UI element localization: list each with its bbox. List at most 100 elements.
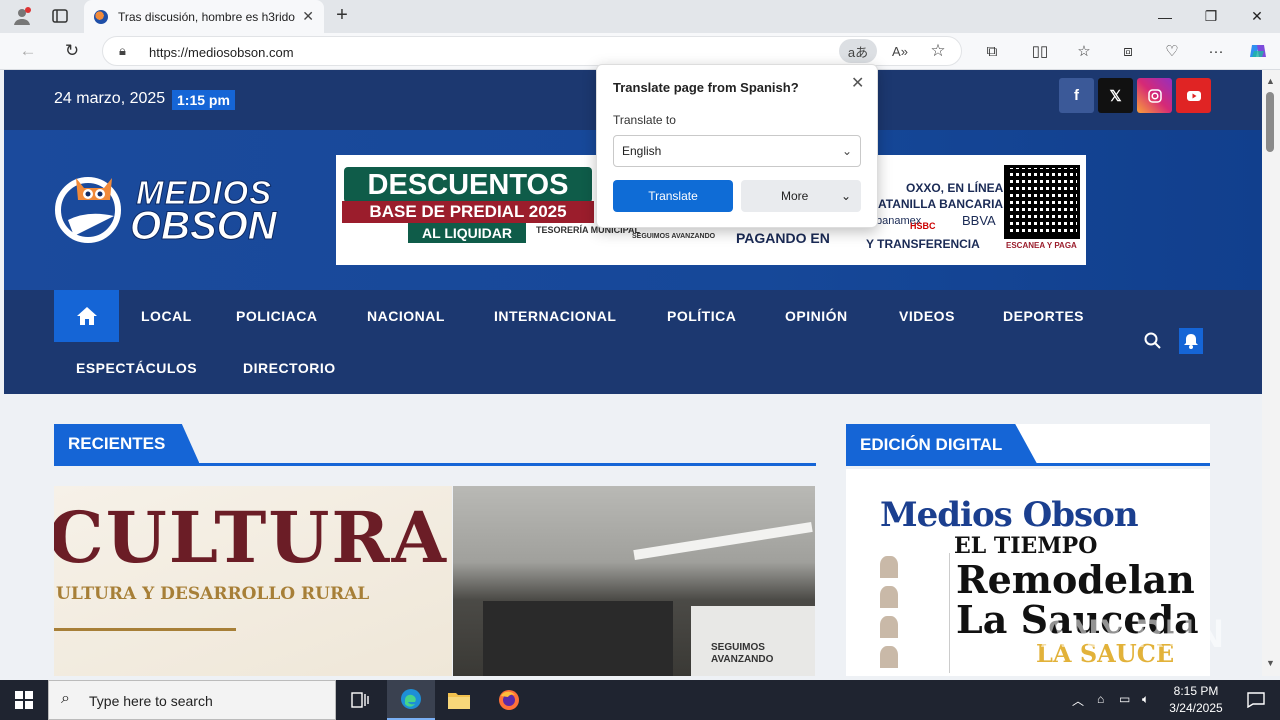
watermark: ANY.RUN [1040,612,1225,656]
search-icon[interactable] [1144,332,1162,355]
copilot-icon[interactable] [1244,39,1272,63]
taskbar-search[interactable]: ⌕ Type here to search [48,680,336,720]
logo-text-obson: OBSON [130,204,278,249]
nav-item-deportes[interactable]: DEPORTES [1003,308,1084,324]
minimize-icon[interactable]: — [1142,0,1188,33]
close-window-icon[interactable]: ✕ [1234,0,1280,33]
refresh-icon[interactable]: ↻ [58,39,86,63]
show-hidden-icons[interactable]: ︿ [1072,692,1084,709]
paper-subtitle: EL TIEMPO [954,533,1098,559]
image-line [54,628,236,631]
translate-button[interactable]: Translate [613,180,733,212]
recientes-header: RECIENTES [54,424,816,466]
tab-active[interactable]: Tras discusión, hombre es h3rido ✕ [84,0,324,33]
firefox-icon[interactable] [485,680,533,720]
notifications-icon[interactable] [1232,680,1280,720]
more-button-label: More [781,189,809,203]
profile-icon[interactable] [8,4,36,28]
image-text-desarrollo: ULTURA Y DESARROLLO RURAL [56,584,370,604]
extensions-icon[interactable]: ⧉ [978,39,1006,63]
paper-columnists [880,553,950,673]
image-text-cultura: CULTURA [54,496,448,579]
facebook-icon[interactable]: f [1059,78,1094,113]
nav-item-espectaculos[interactable]: ESPECTÁCULOS [76,360,197,376]
article-image-cultura[interactable]: CULTURA ULTURA Y DESARROLLO RURAL [54,486,452,676]
clock-date: 3/24/2025 [1169,701,1223,715]
banner-seguimos: SEGUIMOS AVANZANDO [632,233,716,240]
dark-area [483,601,673,676]
nav-item-local[interactable]: LOCAL [141,308,192,324]
back-icon[interactable]: ← [14,39,42,63]
banner-transferencia: Y TRANSFERENCIA [866,237,980,251]
banner-subheadline: BASE DE PREDIAL 2025 [342,201,594,223]
article-image-office[interactable]: SEGUIMOS AVANZANDO [453,486,815,676]
paper-headline-1: Remodelan [956,557,1195,602]
restore-icon[interactable]: ❐ [1188,0,1234,33]
nav-item-directorio[interactable]: DIRECTORIO [243,360,336,376]
tab-title: Tras discusión, hombre es h3rido [118,9,295,24]
page-scrollbar[interactable]: ▲ ▼ [1262,70,1280,676]
chevron-down-icon: ⌄ [840,189,851,203]
nav-item-opinion[interactable]: OPINIÓN [785,308,848,324]
scroll-thumb[interactable] [1266,92,1274,152]
notification-bell-icon[interactable] [1179,328,1203,354]
more-menu-icon[interactable]: ··· [1202,39,1230,63]
volume-icon[interactable]: 🔈︎ [1142,692,1149,707]
tab-actions-icon[interactable] [46,4,74,28]
favorite-star-icon[interactable]: ☆ [919,39,957,63]
banner-oxxo: OXXO, EN LÍNEA, [906,181,1007,195]
more-button[interactable]: More ⌄ [741,180,861,212]
current-date: 24 marzo, 2025 [54,90,166,107]
translate-to-label: Translate to [613,113,676,127]
banner-tagline: AL LIQUIDAR [408,223,526,243]
youtube-icon[interactable] [1176,78,1211,113]
device-icon[interactable]: ⌂ [1097,692,1104,706]
home-button[interactable] [54,290,119,342]
windows-icon [15,691,33,709]
read-aloud-icon[interactable]: A» [881,39,919,63]
taskbar: ⌕ Type here to search ︿ ⌂ ▭ 🔈︎ 8:15 PM 3… [0,680,1280,720]
x-icon[interactable]: 𝕏 [1098,78,1133,113]
file-explorer-icon[interactable] [435,680,483,720]
home-icon [76,307,97,325]
search-icon: ⌕ [61,690,70,707]
address-bar[interactable]: 🔒︎ https://mediosobson.com aあ A» ☆ [102,36,962,66]
banner-bbva: BBVA [962,213,996,228]
nav-item-policiaca[interactable]: POLICIACA [236,308,318,324]
split-screen-icon[interactable]: ▯▯ [1026,39,1054,63]
new-tab-icon[interactable]: + [330,4,354,27]
nav-item-internacional[interactable]: INTERNACIONAL [494,308,616,324]
nav-item-videos[interactable]: VIDEOS [899,308,955,324]
url-text[interactable]: https://mediosobson.com [149,45,294,60]
system-clock[interactable]: 8:15 PM 3/24/2025 [1160,683,1232,717]
translate-icon[interactable]: aあ [839,39,877,63]
chevron-down-icon: ⌄ [841,144,852,158]
nav-item-politica[interactable]: POLÍTICA [667,308,736,324]
nav-item-nacional[interactable]: NACIONAL [367,308,445,324]
main-nav: LOCAL POLICIACA NACIONAL INTERNACIONAL P… [4,290,1262,394]
selected-language: English [622,144,662,158]
edicion-digital-label: EDICIÓN DIGITAL [846,424,1039,466]
favorites-icon[interactable]: ☆ [1070,39,1098,63]
qr-code[interactable] [1004,165,1080,239]
scroll-down-icon[interactable]: ▼ [1266,658,1275,668]
language-select[interactable]: English ⌄ [613,135,861,167]
start-button[interactable] [0,680,48,720]
performance-icon[interactable]: ♡ [1158,39,1186,63]
scroll-up-icon[interactable]: ▲ [1266,76,1275,86]
edge-taskbar-icon[interactable] [387,680,435,720]
lock-icon[interactable]: 🔒︎ [119,43,126,59]
site-favicon-icon [94,9,108,24]
close-icon[interactable]: ✕ [851,73,864,93]
site-logo[interactable]: MEDIOS OBSON [54,170,278,250]
network-icon[interactable]: ▭ [1119,692,1130,706]
instagram-icon[interactable] [1137,78,1172,113]
banner-hsbc: HSBC [910,221,936,231]
popup-title: Translate page from Spanish? [613,80,799,95]
paper-masthead: Medios Obson [880,495,1139,535]
task-view-icon[interactable] [336,680,384,720]
tab-bar: Tras discusión, hombre es h3rido ✕ + — ❐… [0,0,1280,33]
collections-icon[interactable]: ⧈ [1114,39,1142,63]
close-tab-icon[interactable]: ✕ [302,8,314,25]
taskbar-search-placeholder: Type here to search [89,693,213,709]
